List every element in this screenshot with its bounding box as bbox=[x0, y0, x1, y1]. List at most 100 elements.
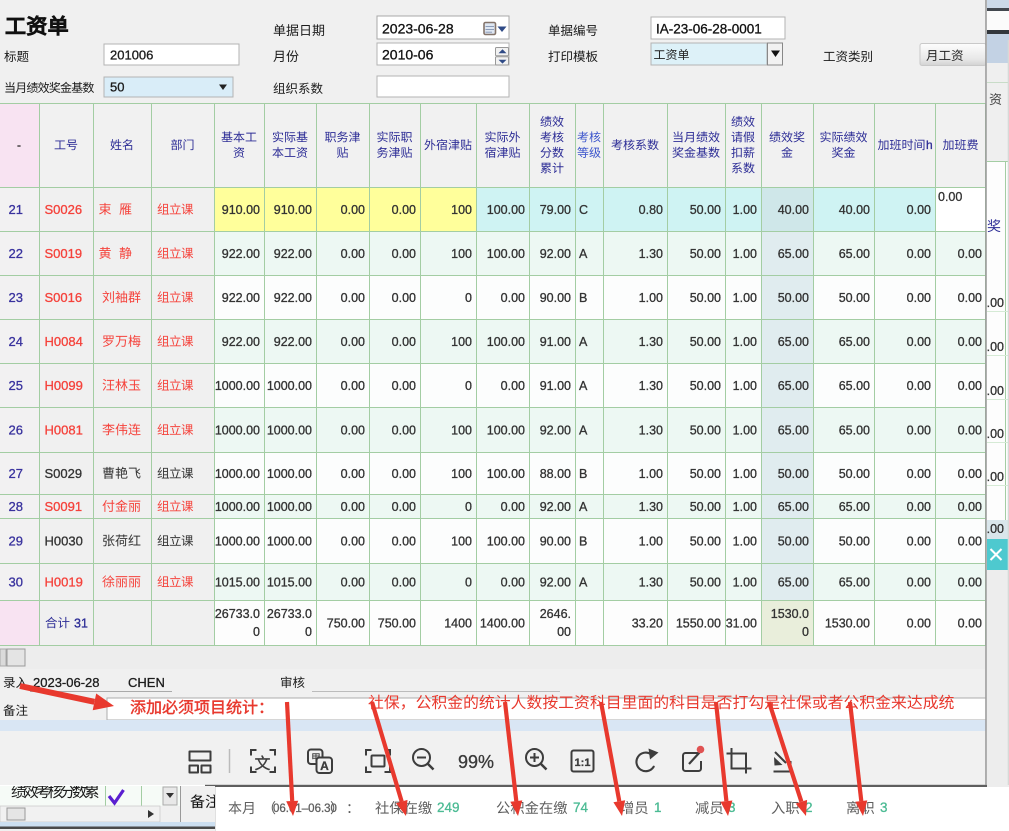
svg-text:2023-06-28: 2023-06-28 bbox=[33, 675, 100, 690]
svg-text:65.00: 65.00 bbox=[839, 379, 870, 393]
svg-text:21: 21 bbox=[9, 202, 23, 217]
svg-text:79.00: 79.00 bbox=[540, 203, 571, 217]
svg-text:0.00: 0.00 bbox=[341, 500, 365, 514]
svg-text:2023-06-28: 2023-06-28 bbox=[382, 21, 454, 37]
svg-text:50.00: 50.00 bbox=[839, 291, 870, 305]
svg-text:S0029: S0029 bbox=[45, 466, 83, 481]
svg-text:50.00: 50.00 bbox=[778, 534, 809, 548]
svg-text:1.00: 1.00 bbox=[733, 335, 757, 349]
svg-text:92.00: 92.00 bbox=[540, 423, 571, 437]
svg-text:.00: .00 bbox=[987, 340, 1004, 354]
svg-text:1.30: 1.30 bbox=[639, 379, 663, 393]
svg-text:22: 22 bbox=[9, 246, 23, 261]
svg-text:0: 0 bbox=[465, 291, 472, 305]
svg-text:65.00: 65.00 bbox=[839, 575, 870, 589]
svg-text:0.00: 0.00 bbox=[341, 534, 365, 548]
svg-text:1000.00: 1000.00 bbox=[215, 467, 260, 481]
svg-text:922.00: 922.00 bbox=[274, 247, 312, 261]
svg-text:A: A bbox=[579, 247, 588, 261]
svg-text:C: C bbox=[579, 203, 588, 217]
svg-text:A: A bbox=[320, 759, 329, 773]
svg-text:31: 31 bbox=[74, 616, 88, 630]
svg-text:65.00: 65.00 bbox=[778, 379, 809, 393]
svg-text:1015.00: 1015.00 bbox=[215, 575, 260, 589]
svg-text:A: A bbox=[579, 335, 588, 349]
svg-text:0: 0 bbox=[305, 625, 312, 639]
svg-text:B: B bbox=[579, 467, 587, 481]
svg-text:50.00: 50.00 bbox=[778, 291, 809, 305]
svg-text:0.00: 0.00 bbox=[907, 335, 931, 349]
svg-text:.00: .00 bbox=[987, 470, 1004, 484]
svg-text:S0091: S0091 bbox=[45, 499, 83, 514]
svg-text:65.00: 65.00 bbox=[778, 575, 809, 589]
svg-text:27: 27 bbox=[9, 466, 23, 481]
svg-text:1000.00: 1000.00 bbox=[267, 379, 312, 393]
svg-text:65.00: 65.00 bbox=[778, 500, 809, 514]
svg-text:65.00: 65.00 bbox=[839, 335, 870, 349]
svg-text:A: A bbox=[579, 423, 588, 437]
svg-text:50.00: 50.00 bbox=[690, 500, 721, 514]
svg-text:0.00: 0.00 bbox=[501, 379, 525, 393]
svg-text:0.00: 0.00 bbox=[392, 500, 416, 514]
svg-text:0.00: 0.00 bbox=[392, 423, 416, 437]
svg-text:B: B bbox=[579, 534, 587, 548]
svg-text:S0019: S0019 bbox=[45, 246, 83, 261]
svg-text:99%: 99% bbox=[458, 752, 494, 772]
svg-text:1400: 1400 bbox=[444, 616, 472, 630]
svg-text:0.00: 0.00 bbox=[392, 575, 416, 589]
svg-text:1000.00: 1000.00 bbox=[267, 423, 312, 437]
svg-text:0: 0 bbox=[253, 625, 260, 639]
svg-text:00: 00 bbox=[557, 625, 571, 639]
svg-text:0.00: 0.00 bbox=[958, 423, 982, 437]
svg-text:29: 29 bbox=[9, 533, 23, 548]
svg-text:2010-06: 2010-06 bbox=[382, 47, 434, 63]
svg-text:100.00: 100.00 bbox=[487, 423, 525, 437]
svg-text:50.00: 50.00 bbox=[690, 423, 721, 437]
svg-text:H0084: H0084 bbox=[45, 334, 83, 349]
svg-text:750.00: 750.00 bbox=[327, 616, 365, 630]
svg-text:100: 100 bbox=[451, 423, 472, 437]
svg-text:1000.00: 1000.00 bbox=[267, 534, 312, 548]
svg-text:0.00: 0.00 bbox=[341, 379, 365, 393]
svg-text:100.00: 100.00 bbox=[487, 467, 525, 481]
svg-text:0.00: 0.00 bbox=[501, 500, 525, 514]
svg-text:249: 249 bbox=[437, 800, 460, 815]
svg-text:1.30: 1.30 bbox=[639, 423, 663, 437]
svg-text:A: A bbox=[579, 500, 588, 514]
svg-text:65.00: 65.00 bbox=[839, 247, 870, 261]
svg-text:0.00: 0.00 bbox=[958, 335, 982, 349]
svg-text:.00: .00 bbox=[987, 296, 1004, 310]
svg-text:91.00: 91.00 bbox=[540, 335, 571, 349]
svg-text:50.00: 50.00 bbox=[690, 335, 721, 349]
svg-text:H0081: H0081 bbox=[45, 422, 83, 437]
svg-text:0.80: 0.80 bbox=[639, 203, 663, 217]
svg-text:25: 25 bbox=[9, 378, 23, 393]
svg-text:0.00: 0.00 bbox=[958, 616, 982, 630]
svg-text:40.00: 40.00 bbox=[839, 203, 870, 217]
svg-text:40.00: 40.00 bbox=[778, 203, 809, 217]
svg-text:50.00: 50.00 bbox=[690, 575, 721, 589]
svg-text:65.00: 65.00 bbox=[778, 335, 809, 349]
svg-text:.00: .00 bbox=[987, 427, 1004, 441]
svg-text:0: 0 bbox=[465, 500, 472, 514]
svg-text:0.00: 0.00 bbox=[392, 467, 416, 481]
svg-text:.00: .00 bbox=[987, 384, 1004, 398]
svg-text:1.30: 1.30 bbox=[639, 500, 663, 514]
svg-text:50.00: 50.00 bbox=[839, 467, 870, 481]
svg-text:S0026: S0026 bbox=[45, 202, 83, 217]
svg-text:0.00: 0.00 bbox=[341, 467, 365, 481]
svg-text:1.00: 1.00 bbox=[639, 467, 663, 481]
svg-text:1000.00: 1000.00 bbox=[215, 534, 260, 548]
svg-text:-: - bbox=[17, 138, 21, 152]
svg-text:h: h bbox=[926, 138, 933, 152]
svg-text:0.00: 0.00 bbox=[392, 291, 416, 305]
svg-text:1:1: 1:1 bbox=[575, 757, 591, 769]
svg-text:24: 24 bbox=[9, 334, 23, 349]
svg-text:30: 30 bbox=[9, 574, 23, 589]
svg-text:0.00: 0.00 bbox=[392, 203, 416, 217]
svg-text:1000.00: 1000.00 bbox=[215, 379, 260, 393]
svg-text:1: 1 bbox=[654, 800, 662, 815]
svg-text:100: 100 bbox=[451, 247, 472, 261]
svg-text:1.00: 1.00 bbox=[733, 500, 757, 514]
svg-text:1.00: 1.00 bbox=[639, 534, 663, 548]
